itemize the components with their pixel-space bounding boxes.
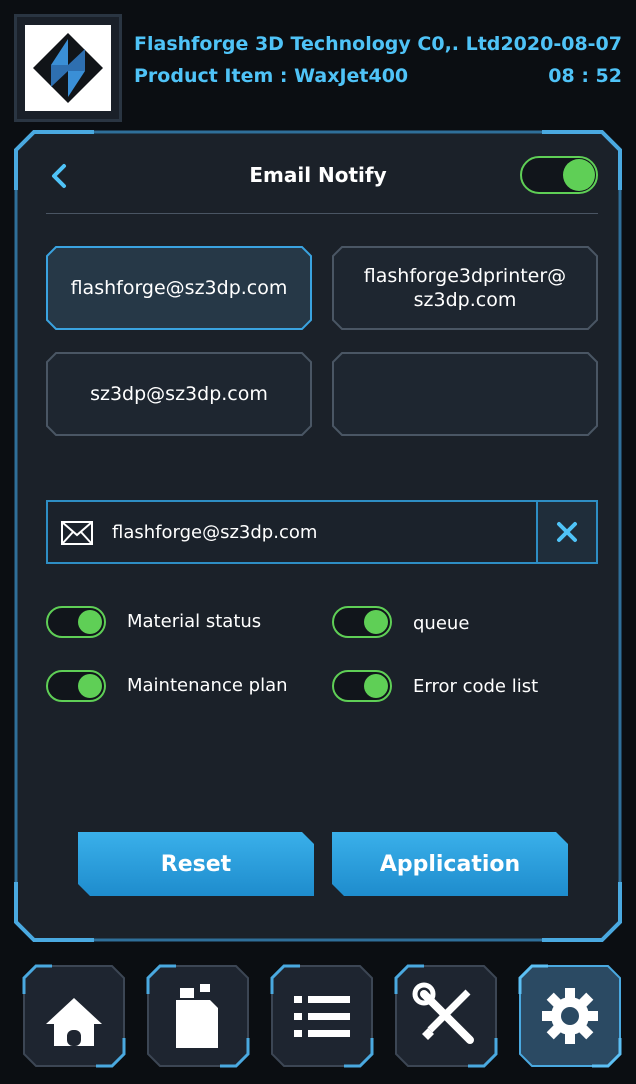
- email-notify-panel: Email Notify flashforge@sz3dp.com flashf…: [14, 130, 622, 942]
- product-item: Product Item : WaxJet400: [134, 65, 409, 87]
- error-code-list-toggle[interactable]: [332, 670, 392, 702]
- material-status-toggle[interactable]: [46, 606, 106, 638]
- company-name: Flashforge 3D Technology C0,. Ltd: [134, 33, 501, 55]
- time-display: 08 : 52: [548, 65, 622, 87]
- queue-toggle[interactable]: [332, 606, 392, 638]
- email-notify-toggle[interactable]: [520, 156, 598, 194]
- logo-frame: [14, 14, 122, 122]
- mail-icon: [61, 521, 93, 545]
- reset-button[interactable]: Reset: [78, 832, 314, 896]
- queue-label: queue: [413, 613, 470, 634]
- material-status-label: Material status: [127, 611, 262, 632]
- tools-icon: [412, 982, 474, 1044]
- clear-input-button[interactable]: [536, 502, 596, 562]
- toggle-knob: [364, 674, 388, 698]
- title-divider: [46, 213, 598, 214]
- flashforge-logo: [25, 25, 111, 111]
- home-icon: [46, 998, 102, 1046]
- toggle-knob: [78, 610, 102, 634]
- close-icon: [557, 522, 577, 542]
- email-card-label: sz3dp@sz3dp.com: [90, 383, 268, 405]
- toggle-knob: [563, 159, 595, 191]
- nav-home[interactable]: [22, 964, 126, 1068]
- list-icon: [294, 996, 350, 1037]
- date-display: 2020-08-07: [500, 33, 622, 55]
- email-card-label: flashforge@sz3dp.com: [70, 277, 288, 299]
- email-card-2[interactable]: flashforge3dprinter@ sz3dp.com: [332, 246, 598, 330]
- toggle-knob: [78, 674, 102, 698]
- error-code-list-label: Error code list: [413, 676, 539, 697]
- nav-tools[interactable]: [394, 964, 498, 1068]
- nav-settings[interactable]: [518, 964, 622, 1068]
- email-card-4-empty[interactable]: [332, 352, 598, 436]
- application-button[interactable]: Application: [332, 832, 568, 896]
- gear-icon: [542, 988, 598, 1044]
- email-input-box: [46, 500, 598, 564]
- nav-list[interactable]: [270, 964, 374, 1068]
- nav-material[interactable]: [146, 964, 250, 1068]
- email-card-label: flashforge3dprinter@ sz3dp.com: [363, 265, 567, 311]
- email-card-1[interactable]: flashforge@sz3dp.com: [46, 246, 312, 330]
- maintenance-plan-label: Maintenance plan: [127, 675, 288, 696]
- email-input[interactable]: [112, 502, 532, 562]
- maintenance-plan-toggle[interactable]: [46, 670, 106, 702]
- material-bottle-icon: [176, 984, 218, 1048]
- toggle-knob: [364, 610, 388, 634]
- email-card-3[interactable]: sz3dp@sz3dp.com: [46, 352, 312, 436]
